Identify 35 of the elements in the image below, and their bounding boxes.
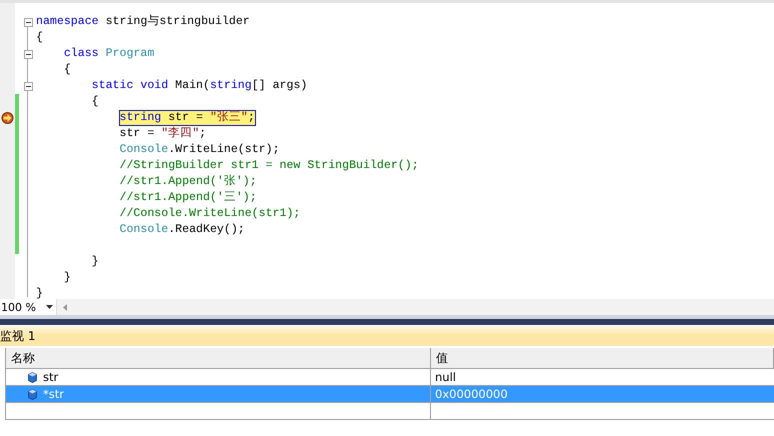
code-line: //Console.WriteLine(str1); [118,207,300,221]
collapse-icon[interactable] [24,18,32,26]
code-line: static void Main(string[] args) [90,79,308,93]
code-line: Console.WriteLine(str); [118,143,280,157]
code-line: class Program [62,47,154,61]
column-header[interactable]: 名称 [6,348,431,368]
arrow-icon [1,112,14,124]
variable-name: str [43,370,58,384]
scroll-left-icon[interactable] [63,304,67,310]
code-line: { [90,95,99,109]
caret-icon [46,305,53,309]
variable-name: *str [43,387,64,401]
column-header[interactable]: 值 [431,348,774,368]
code-line: } [62,271,71,285]
variable-value: null [435,370,456,384]
panel-title: 监视 1 [0,328,36,344]
splitter-bar[interactable] [0,315,774,326]
collapse-icon[interactable] [24,82,32,90]
code-line: namespace string与stringbuilder [36,15,250,29]
collapse-icon[interactable] [24,50,32,58]
code-line: } [36,287,43,299]
variable-icon [28,372,37,382]
watch-row[interactable]: str null [6,369,774,386]
code-line: //str1.Append('张'); [118,175,257,189]
code-line: { [62,63,71,77]
code-line: { [36,31,43,45]
variable-icon [28,388,37,400]
code-line: //str1.Append('三'); [118,191,257,205]
zoom-dropdown[interactable]: 100 % [0,299,57,315]
variable-value: 0x00000000 [435,387,508,401]
current-statement: string str = "张三"; [120,111,255,125]
code-line: Console.ReadKey(); [118,223,245,237]
code-line: } [90,255,99,269]
code-line: str = "李四"; [118,127,206,141]
code-line: //StringBuilder str1 = new StringBuilder(); [118,159,419,173]
